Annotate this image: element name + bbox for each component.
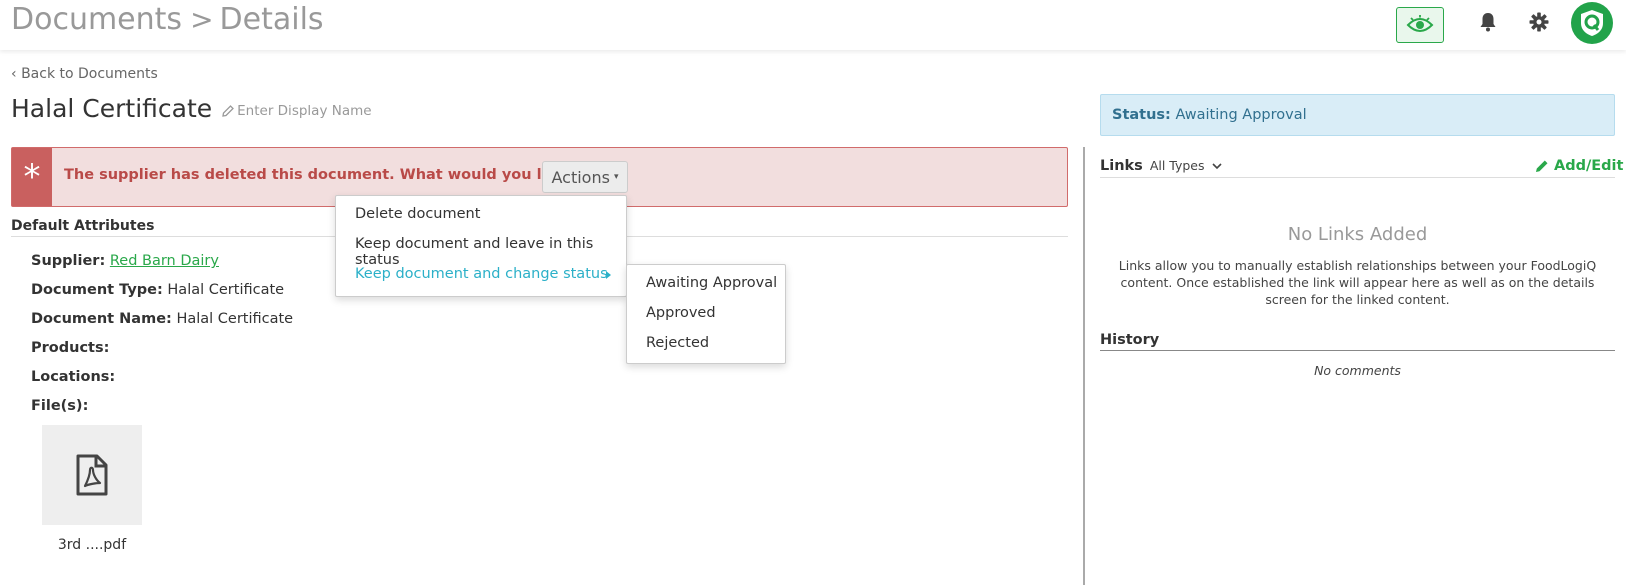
page-title: Halal Certificate xyxy=(11,94,213,123)
file-thumbnail[interactable] xyxy=(42,425,142,525)
gear-icon[interactable] xyxy=(1529,12,1549,32)
menu-item-keep-change-status[interactable]: Keep document and change status xyxy=(355,266,608,282)
pencil-icon xyxy=(1536,160,1548,172)
files-row: File(s): xyxy=(31,398,88,414)
status-box: Status: Awaiting Approval xyxy=(1100,94,1615,136)
no-links-title: No Links Added xyxy=(1287,224,1428,245)
watch-button[interactable] xyxy=(1396,7,1444,43)
history-heading: History xyxy=(1100,332,1160,348)
breadcrumb-separator: > xyxy=(190,3,214,36)
asterisk-icon: * xyxy=(12,148,52,206)
back-link-label: Back to Documents xyxy=(21,66,158,82)
logo-shield-icon xyxy=(1581,10,1603,36)
eye-icon xyxy=(1406,15,1434,32)
document-type-label: Document Type: xyxy=(31,282,163,298)
supplier-link[interactable]: Red Barn Dairy xyxy=(110,253,219,269)
add-edit-links-button[interactable]: Add/Edit xyxy=(1535,158,1623,174)
history-divider xyxy=(1100,350,1615,351)
submenu-item-rejected[interactable]: Rejected xyxy=(646,335,709,351)
column-divider xyxy=(1083,147,1085,585)
links-header: Links All Types xyxy=(1100,158,1222,174)
files-label: File(s): xyxy=(31,398,89,414)
caret-right-icon xyxy=(606,271,611,279)
breadcrumb-documents[interactable]: Documents xyxy=(11,2,182,37)
pdf-file-icon xyxy=(76,454,108,496)
top-bar: Documents > Details xyxy=(0,0,1626,50)
breadcrumb-details: Details xyxy=(219,2,324,37)
status-label: Status: xyxy=(1112,107,1171,123)
links-description: Links allow you to manually establish re… xyxy=(1118,258,1597,307)
foodlogiq-logo[interactable] xyxy=(1571,2,1613,44)
alert-message: The supplier has deleted this document. … xyxy=(64,167,622,183)
document-name-value: Halal Certificate xyxy=(176,311,294,327)
add-edit-label: Add/Edit xyxy=(1554,158,1624,174)
supplier-row: Supplier: Red Barn Dairy xyxy=(31,253,219,269)
title-row: Halal Certificate Enter Display Name xyxy=(11,94,372,123)
link-type-filter[interactable]: All Types xyxy=(1150,158,1222,173)
link-type-filter-label: All Types xyxy=(1149,158,1205,173)
menu-item-keep-leave-status[interactable]: Keep document and leave in this status xyxy=(355,236,626,268)
submenu-item-approved[interactable]: Approved xyxy=(646,305,716,321)
file-name[interactable]: 3rd ....pdf xyxy=(42,537,142,553)
document-type-row: Document Type: Halal Certificate xyxy=(31,282,284,298)
back-to-documents-link[interactable]: ‹ Back to Documents xyxy=(11,66,158,82)
status-value: Awaiting Approval xyxy=(1175,107,1307,123)
locations-row: Locations: xyxy=(31,369,115,385)
actions-button[interactable]: Actions ▾ xyxy=(542,161,628,193)
products-row: Products: xyxy=(31,340,109,356)
menu-item-delete-document[interactable]: Delete document xyxy=(355,206,480,222)
display-name-label: Enter Display Name xyxy=(237,103,372,119)
document-type-value: Halal Certificate xyxy=(167,282,285,298)
links-title: Links xyxy=(1100,158,1143,174)
caret-down-icon: ▾ xyxy=(613,172,619,182)
enter-display-name-button[interactable]: Enter Display Name xyxy=(222,103,372,119)
status-submenu: Awaiting Approval Approved Rejected xyxy=(626,264,786,364)
submenu-item-awaiting-approval[interactable]: Awaiting Approval xyxy=(646,275,777,291)
supplier-label: Supplier: xyxy=(31,253,106,269)
actions-menu: Delete document Keep document and leave … xyxy=(335,195,627,297)
products-label: Products: xyxy=(31,340,110,356)
links-divider xyxy=(1100,177,1615,178)
default-attributes-heading: Default Attributes xyxy=(11,218,155,234)
chevron-down-icon xyxy=(1211,163,1222,170)
bell-icon[interactable] xyxy=(1479,12,1497,32)
pencil-icon xyxy=(222,105,235,117)
document-name-row: Document Name: Halal Certificate xyxy=(31,311,293,327)
no-comments-text: No comments xyxy=(1314,363,1401,378)
actions-label: Actions xyxy=(551,167,610,187)
locations-label: Locations: xyxy=(31,369,116,385)
document-name-label: Document Name: xyxy=(31,311,172,327)
breadcrumb: Documents > Details xyxy=(11,2,324,37)
